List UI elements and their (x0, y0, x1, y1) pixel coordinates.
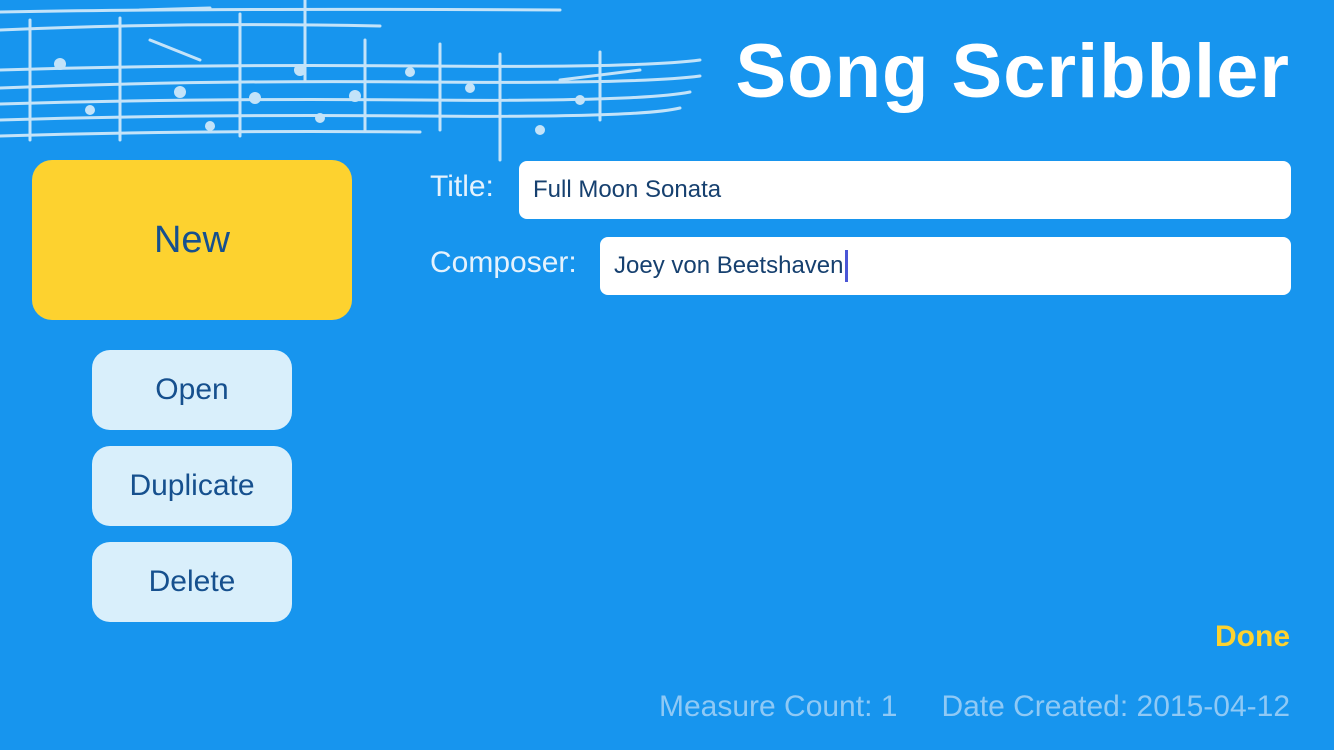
app-title: Song Scribbler (735, 29, 1290, 114)
duplicate-button[interactable]: Duplicate (92, 446, 292, 526)
date-created: Date Created: 2015-04-12 (941, 690, 1290, 723)
delete-button[interactable]: Delete (92, 542, 292, 622)
title-field[interactable]: Full Moon Sonata (519, 161, 1291, 219)
composer-field[interactable]: Joey von Beetshaven (600, 237, 1291, 295)
title-field-value: Full Moon Sonata (533, 176, 722, 203)
open-button-label: Open (155, 373, 229, 406)
measure-count: Measure Count: 1 (658, 690, 898, 723)
song-info-footer: Measure Count: 1 Date Created: 2015-04-1… (659, 690, 1290, 724)
composer-field-value: Joey von Beetshaven (614, 252, 844, 279)
delete-button-label: Delete (148, 565, 236, 598)
new-button[interactable]: New (32, 160, 352, 320)
title-label: Title: (430, 170, 494, 203)
sheet-music-decoration (0, 0, 702, 162)
open-button[interactable]: Open (92, 350, 292, 430)
new-button-label: New (153, 218, 231, 261)
done-button[interactable]: Done (1215, 620, 1290, 654)
duplicate-button-label: Duplicate (129, 469, 255, 502)
text-cursor (844, 250, 848, 282)
composer-label: Composer: (430, 246, 577, 279)
